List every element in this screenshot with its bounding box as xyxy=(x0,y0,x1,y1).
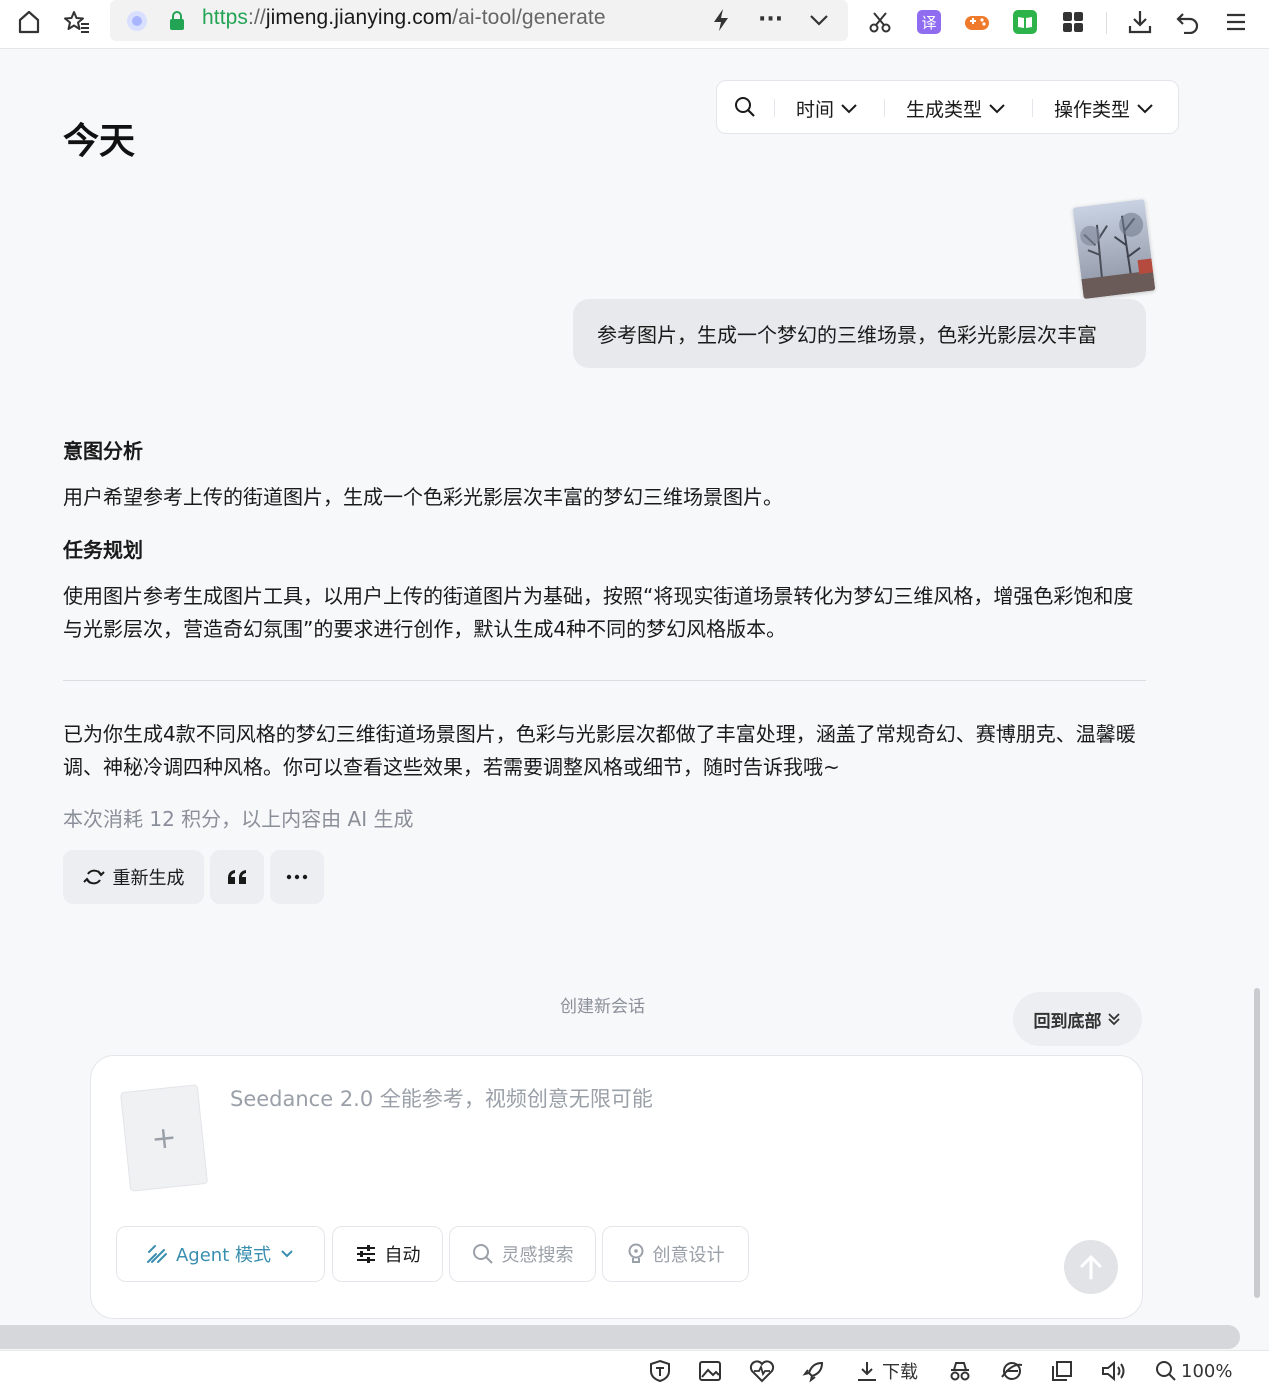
rocket-icon[interactable] xyxy=(802,1359,826,1383)
lock-icon xyxy=(169,11,185,35)
download-status[interactable]: 下载 xyxy=(856,1359,918,1383)
address-bar[interactable]: https://jimeng.jianying.com/ai-tool/gene… xyxy=(110,0,848,41)
plus-icon: + xyxy=(149,1119,179,1157)
section-divider xyxy=(63,680,1146,681)
download-label: 下载 xyxy=(882,1362,918,1383)
shield-icon[interactable] xyxy=(648,1359,672,1383)
browser-status-bar: 下载 100% xyxy=(0,1350,1269,1389)
browser-toolbar: https://jimeng.jianying.com/ai-tool/gene… xyxy=(0,0,1269,49)
agent-mode-icon xyxy=(146,1245,167,1263)
send-button[interactable] xyxy=(1064,1240,1118,1294)
agent-mode-label: Agent 模式 xyxy=(175,1245,271,1266)
ie-compat-icon[interactable] xyxy=(1000,1359,1024,1383)
more-icon xyxy=(286,874,308,880)
heartbeat-icon[interactable] xyxy=(749,1359,775,1383)
filter-gen-type-label: 生成类型 xyxy=(906,99,983,121)
history-filter-bar: 时间 生成类型 操作类型 xyxy=(716,80,1179,134)
back-to-bottom-button[interactable]: 回到底部 xyxy=(1013,992,1142,1046)
download-icon[interactable] xyxy=(1126,8,1154,36)
new-session-link[interactable]: 创建新会话 xyxy=(560,992,645,1017)
translate-icon[interactable]: 译 xyxy=(915,8,943,36)
search-icon[interactable] xyxy=(734,96,756,122)
chevron-down-icon xyxy=(989,103,1005,113)
regenerate-icon xyxy=(82,869,105,885)
scissors-icon[interactable] xyxy=(866,8,894,36)
filter-time-label: 时间 xyxy=(796,99,835,121)
bookmark-star-icon[interactable] xyxy=(63,8,91,36)
undo-icon[interactable] xyxy=(1174,8,1202,36)
vertical-scrollbar[interactable] xyxy=(1254,988,1260,1298)
uploaded-street-image[interactable] xyxy=(1072,198,1156,300)
intent-text: 用户希望参考上传的街道图片，生成一个色彩光影层次丰富的梦幻三维场景图片。 xyxy=(63,485,783,509)
filter-gen-type[interactable]: 生成类型 xyxy=(906,95,1006,122)
url-text: https://jimeng.jianying.com/ai-tool/gene… xyxy=(202,6,606,29)
lightbulb-icon xyxy=(628,1243,643,1263)
chevron-down-icon xyxy=(281,1250,293,1258)
volume-icon[interactable] xyxy=(1101,1359,1127,1383)
double-chevron-down-icon xyxy=(1107,1013,1120,1026)
toolbar-divider xyxy=(1106,12,1107,34)
auto-settings-button[interactable]: 自动 xyxy=(332,1226,443,1282)
game-controller-icon[interactable] xyxy=(963,8,991,36)
filter-divider xyxy=(774,99,775,117)
user-message-text: 参考图片，生成一个梦幻的三维场景，色彩光影层次丰富 xyxy=(597,323,1097,347)
regenerate-label: 重新生成 xyxy=(112,868,185,889)
home-icon[interactable] xyxy=(15,8,43,36)
chevron-down-icon xyxy=(1137,103,1153,113)
filter-divider xyxy=(884,99,885,117)
auto-label: 自动 xyxy=(384,1245,421,1266)
plan-title: 任务规划 xyxy=(63,538,143,562)
site-icon xyxy=(127,11,147,31)
intent-title: 意图分析 xyxy=(63,439,143,463)
sliders-icon xyxy=(356,1245,375,1263)
prompt-input[interactable]: Seedance 2.0 全能参考，视频创意无限可能 xyxy=(230,1083,653,1113)
inspiration-search-button[interactable]: 灵感搜索 xyxy=(449,1226,596,1282)
inspiration-label: 灵感搜索 xyxy=(501,1245,574,1266)
menu-icon[interactable] xyxy=(1222,8,1250,36)
reader-book-icon[interactable] xyxy=(1011,8,1039,36)
filter-time[interactable]: 时间 xyxy=(796,95,858,122)
date-header: 今天 xyxy=(63,121,136,162)
plan-text: 使用图片参考生成图片工具，以用户上传的街道图片为基础，按照“将现实街道场景转化为… xyxy=(63,584,1134,641)
result-text: 已为你生成4款不同风格的梦幻三维街道场景图片，色彩与光影层次都做了丰富处理，涵盖… xyxy=(63,722,1136,779)
quote-icon xyxy=(228,870,246,884)
window-icon[interactable] xyxy=(1051,1359,1073,1383)
creative-label: 创意设计 xyxy=(652,1245,725,1266)
quote-button[interactable] xyxy=(210,850,264,904)
horizontal-scrollbar[interactable] xyxy=(0,1325,1240,1349)
credit-meta: 本次消耗 12 积分，以上内容由 AI 生成 xyxy=(63,807,414,831)
filter-divider xyxy=(1032,99,1033,117)
filter-op-type[interactable]: 操作类型 xyxy=(1054,95,1154,122)
download-icon xyxy=(858,1362,876,1381)
arrow-up-icon xyxy=(1080,1255,1102,1280)
zoom-control[interactable]: 100% xyxy=(1155,1359,1232,1383)
lightning-icon[interactable] xyxy=(710,8,732,36)
image-icon[interactable] xyxy=(698,1359,722,1383)
regenerate-button[interactable]: 重新生成 xyxy=(63,850,204,904)
upload-reference-button[interactable]: + xyxy=(119,1084,209,1192)
more-actions-button[interactable] xyxy=(270,850,324,904)
chevron-down-icon xyxy=(841,103,857,113)
more-icon[interactable]: ··· xyxy=(758,7,783,32)
search-icon xyxy=(472,1244,493,1264)
chevron-down-icon[interactable] xyxy=(808,10,830,34)
zoom-icon xyxy=(1156,1361,1176,1381)
incognito-icon[interactable] xyxy=(948,1359,972,1383)
zoom-level: 100% xyxy=(1181,1360,1233,1382)
user-message-bubble: 参考图片，生成一个梦幻的三维场景，色彩光影层次丰富 xyxy=(573,299,1146,368)
agent-mode-select[interactable]: Agent 模式 xyxy=(116,1226,325,1282)
back-to-bottom-label: 回到底部 xyxy=(1033,1011,1102,1032)
apps-grid-icon[interactable] xyxy=(1059,8,1087,36)
filter-op-type-label: 操作类型 xyxy=(1054,99,1131,121)
creative-design-button[interactable]: 创意设计 xyxy=(602,1226,749,1282)
